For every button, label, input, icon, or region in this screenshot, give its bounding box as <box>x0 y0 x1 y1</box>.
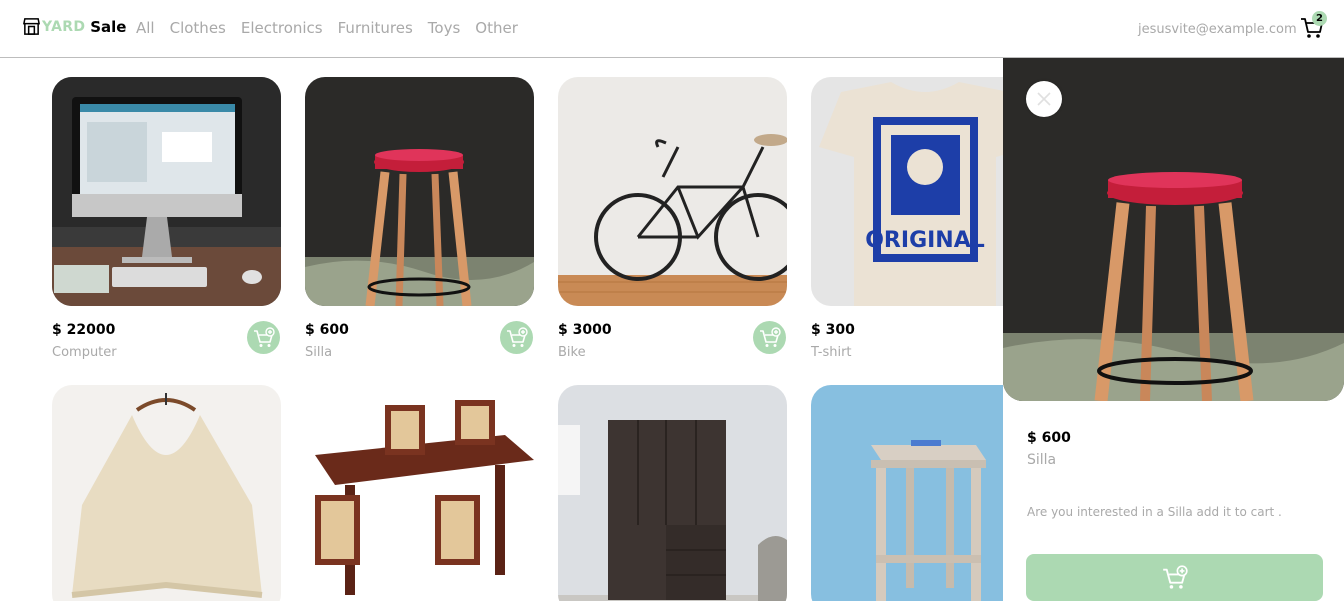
dining-table-image[interactable] <box>305 385 534 601</box>
product-card[interactable]: $ 3000 Bike <box>558 77 787 360</box>
product-card[interactable] <box>558 385 787 601</box>
product-detail-panel: $ 600 Silla Are you interested in a Sill… <box>1003 58 1344 601</box>
nav-link-other[interactable]: Other <box>475 19 518 37</box>
product-price: $ 300 <box>811 322 855 338</box>
computer-image[interactable] <box>52 77 281 306</box>
svg-text:ORIGINAL: ORIGINAL <box>865 228 985 253</box>
user-email[interactable]: jesusvite@example.com <box>1138 22 1297 37</box>
product-card[interactable]: $ 22000 Computer <box>52 77 281 360</box>
nav-link-clothes[interactable]: Clothes <box>170 19 226 37</box>
close-icon <box>1037 92 1051 106</box>
add-to-cart-button[interactable] <box>1026 554 1323 601</box>
cart-count-badge: 2 <box>1312 11 1327 26</box>
store-icon <box>22 18 41 35</box>
nav-link-electronics[interactable]: Electronics <box>241 19 323 37</box>
wardrobe-image[interactable] <box>558 385 787 601</box>
category-nav: All Clothes Electronics Furnitures Toys … <box>136 19 533 37</box>
cart-add-icon <box>1162 564 1188 589</box>
product-card[interactable]: $ 600 Silla <box>305 77 534 360</box>
logo-sale-text: Sale <box>90 17 127 36</box>
logo[interactable]: YARD Sale <box>22 17 126 36</box>
add-to-cart-button[interactable] <box>500 321 533 354</box>
product-name: T-shirt <box>811 345 852 360</box>
navbar: YARD Sale All Clothes Electronics Furnit… <box>0 0 1344 58</box>
nav-link-all[interactable]: All <box>136 19 155 37</box>
close-button[interactable] <box>1026 81 1062 117</box>
product-price: $ 3000 <box>558 322 612 338</box>
poncho-image[interactable] <box>52 385 281 601</box>
product-price: $ 22000 <box>52 322 116 338</box>
add-to-cart-button[interactable] <box>247 321 280 354</box>
product-name: Computer <box>52 345 117 360</box>
nav-link-furnitures[interactable]: Furnitures <box>338 19 413 37</box>
product-name: Bike <box>558 345 586 360</box>
add-to-cart-button[interactable] <box>753 321 786 354</box>
cart-add-icon <box>759 326 781 347</box>
detail-description: Are you interested in a Silla add it to … <box>1027 505 1282 519</box>
nav-link-toys[interactable]: Toys <box>428 19 460 37</box>
detail-price: $ 600 <box>1027 430 1071 446</box>
product-name: Silla <box>305 345 333 360</box>
product-card[interactable] <box>305 385 534 601</box>
cart-add-icon <box>506 326 528 347</box>
detail-name: Silla <box>1027 452 1057 468</box>
stool-image[interactable] <box>305 77 534 306</box>
product-card[interactable] <box>52 385 281 601</box>
cart-add-icon <box>253 326 275 347</box>
bike-image[interactable] <box>558 77 787 306</box>
product-price: $ 600 <box>305 322 349 338</box>
logo-yard-text: YARD <box>42 18 86 35</box>
